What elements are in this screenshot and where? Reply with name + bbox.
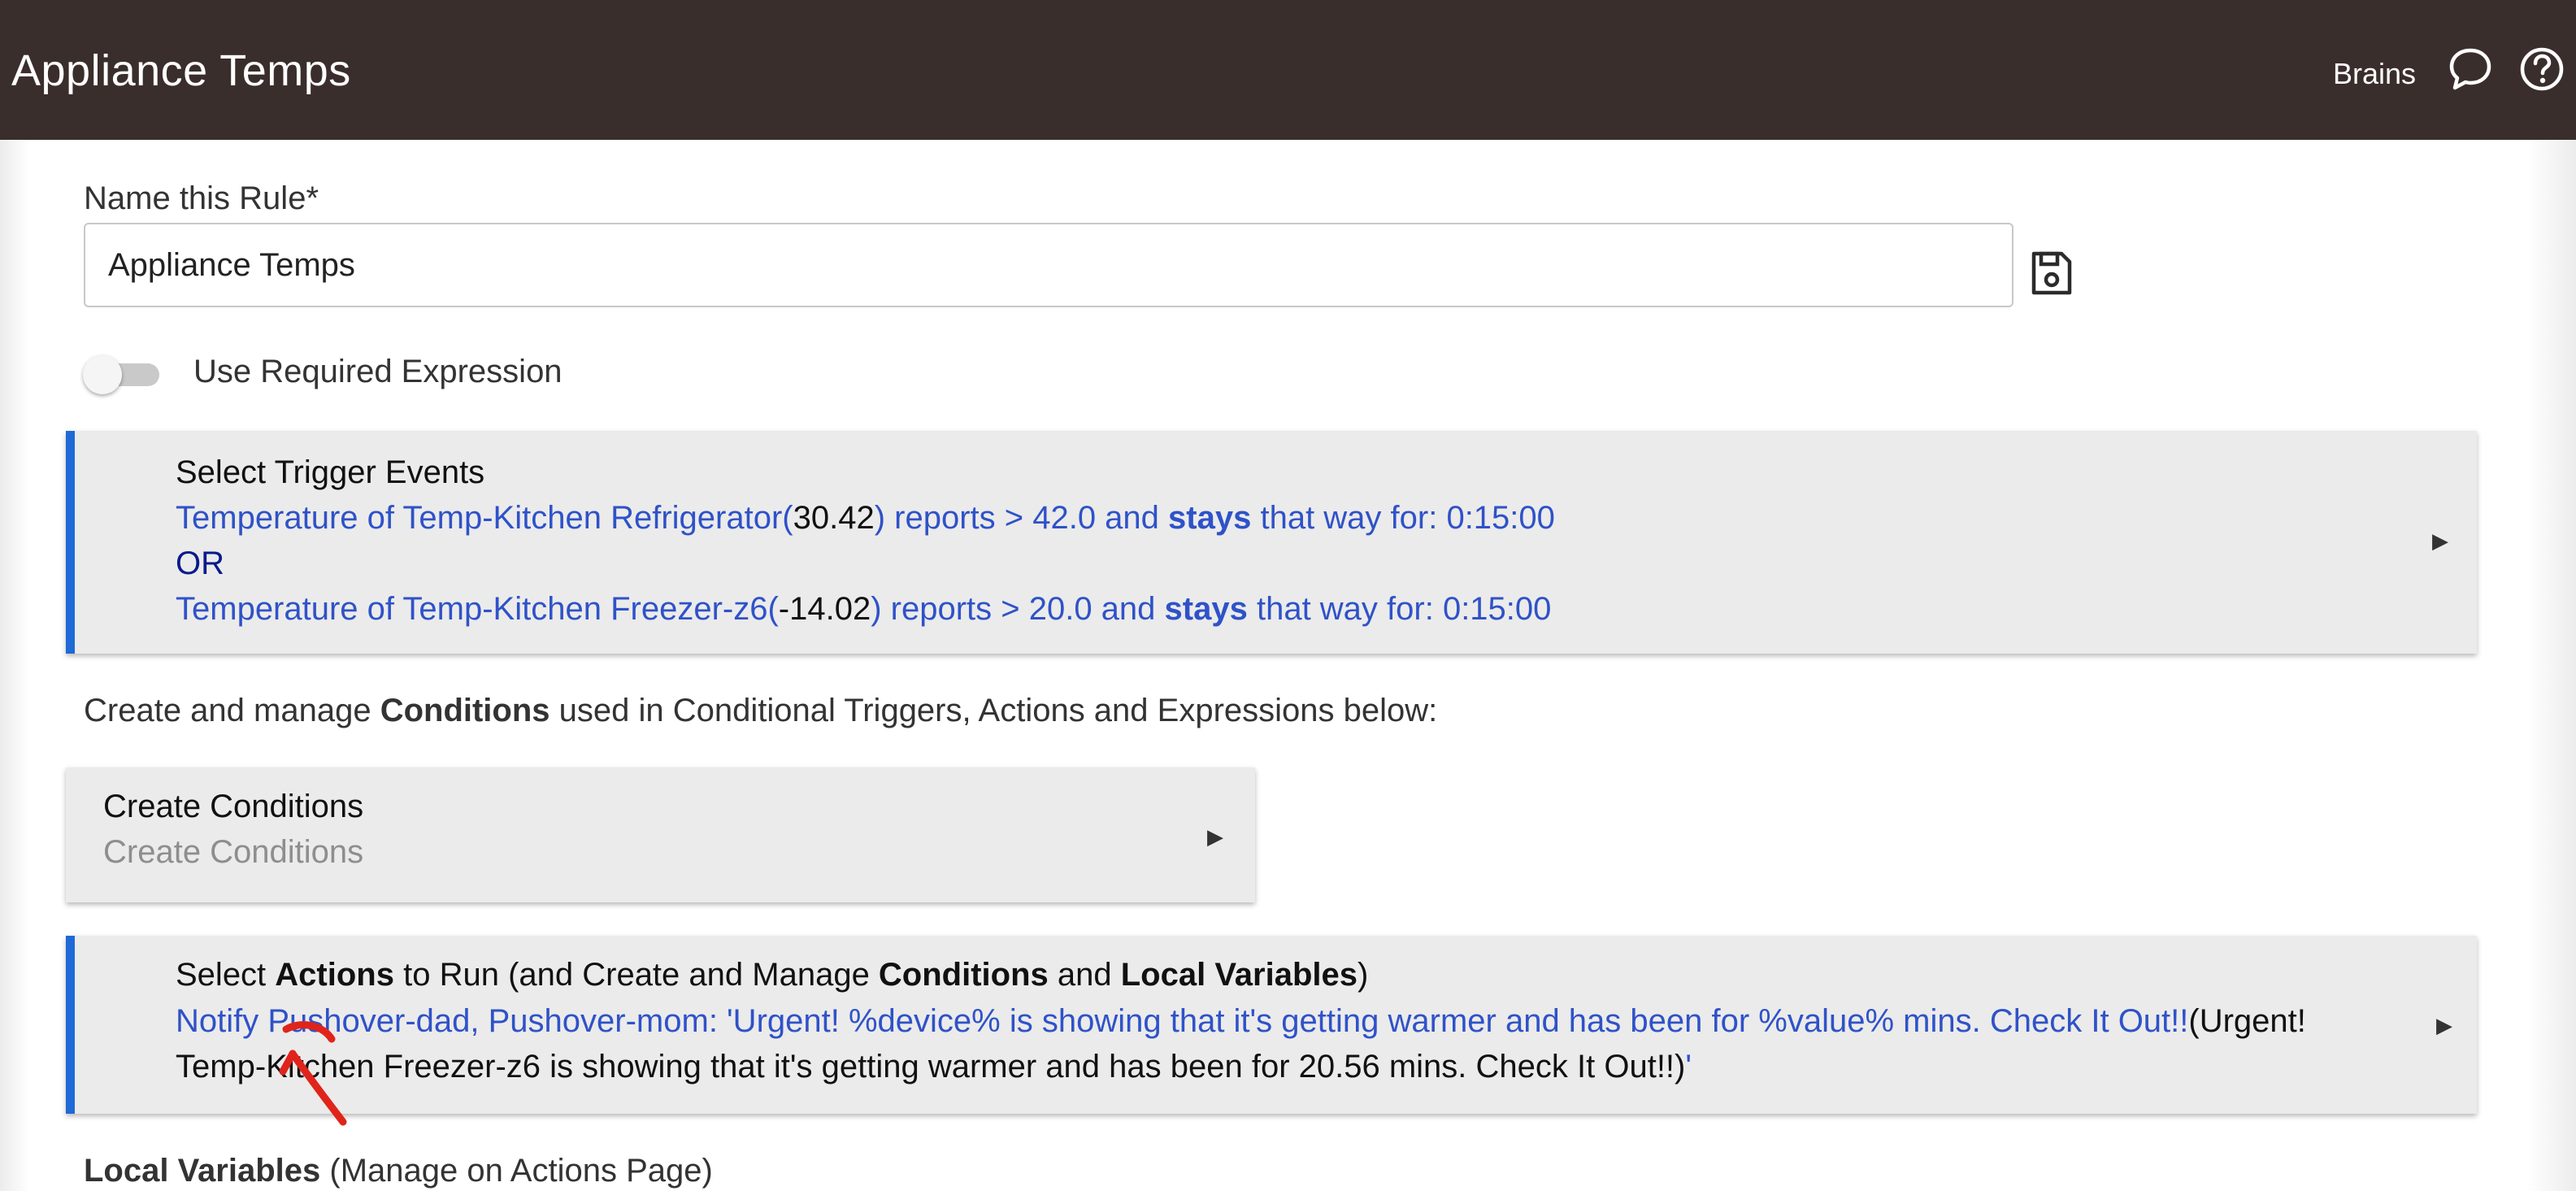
page-side-shadow-right (2526, 140, 2576, 1191)
trigger-events-panel[interactable]: Select Trigger Events Temperature of Tem… (66, 431, 2477, 654)
create-conditions-title: Create Conditions (103, 789, 364, 824)
required-expression-toggle[interactable] (81, 354, 163, 394)
rule-name-label: Name this Rule* (84, 180, 319, 216)
conditions-intro-text: Create and manage Conditions used in Con… (84, 693, 1438, 728)
expand-arrow-icon: ▶ (2432, 528, 2448, 553)
actions-panel[interactable]: Select Actions to Run (and Create and Ma… (66, 936, 2477, 1114)
page-title: Appliance Temps (11, 46, 351, 95)
trigger-events-heading: Select Trigger Events (176, 454, 485, 490)
trigger-1-description: Temperature of Temp-Kitchen Refrigerator… (176, 500, 1555, 536)
help-circle-icon[interactable] (2518, 46, 2565, 93)
required-expression-label: Use Required Expression (193, 354, 563, 389)
create-conditions-subtitle: Create Conditions (103, 834, 364, 870)
trigger-2-description: Temperature of Temp-Kitchen Freezer-z6(-… (176, 591, 1552, 627)
action-notify-line-1: Notify Pushover-dad, Pushover-mom: 'Urge… (176, 1003, 2306, 1039)
chat-bubble-icon[interactable] (2447, 46, 2494, 93)
user-name-label[interactable]: Brains (2333, 57, 2416, 91)
action-notify-line-2: Temp-Kitchen Freezer-z6 is showing that … (176, 1049, 1692, 1085)
page-side-shadow-left (0, 140, 29, 1191)
rule-name-input[interactable] (84, 223, 2013, 307)
actions-heading: Select Actions to Run (and Create and Ma… (176, 957, 1369, 993)
trigger-or-label: OR (176, 546, 224, 581)
floppy-disk-icon[interactable] (2029, 249, 2074, 298)
expand-arrow-icon: ▶ (1207, 824, 1223, 849)
app-header: Appliance Temps Brains (0, 0, 2576, 140)
local-variables-section-label: Local Variables (Manage on Actions Page) (84, 1153, 713, 1189)
expand-arrow-icon: ▶ (2436, 1013, 2452, 1037)
toggle-knob (83, 355, 122, 394)
create-conditions-panel[interactable]: Create Conditions Create Conditions ▶ (66, 767, 1255, 902)
